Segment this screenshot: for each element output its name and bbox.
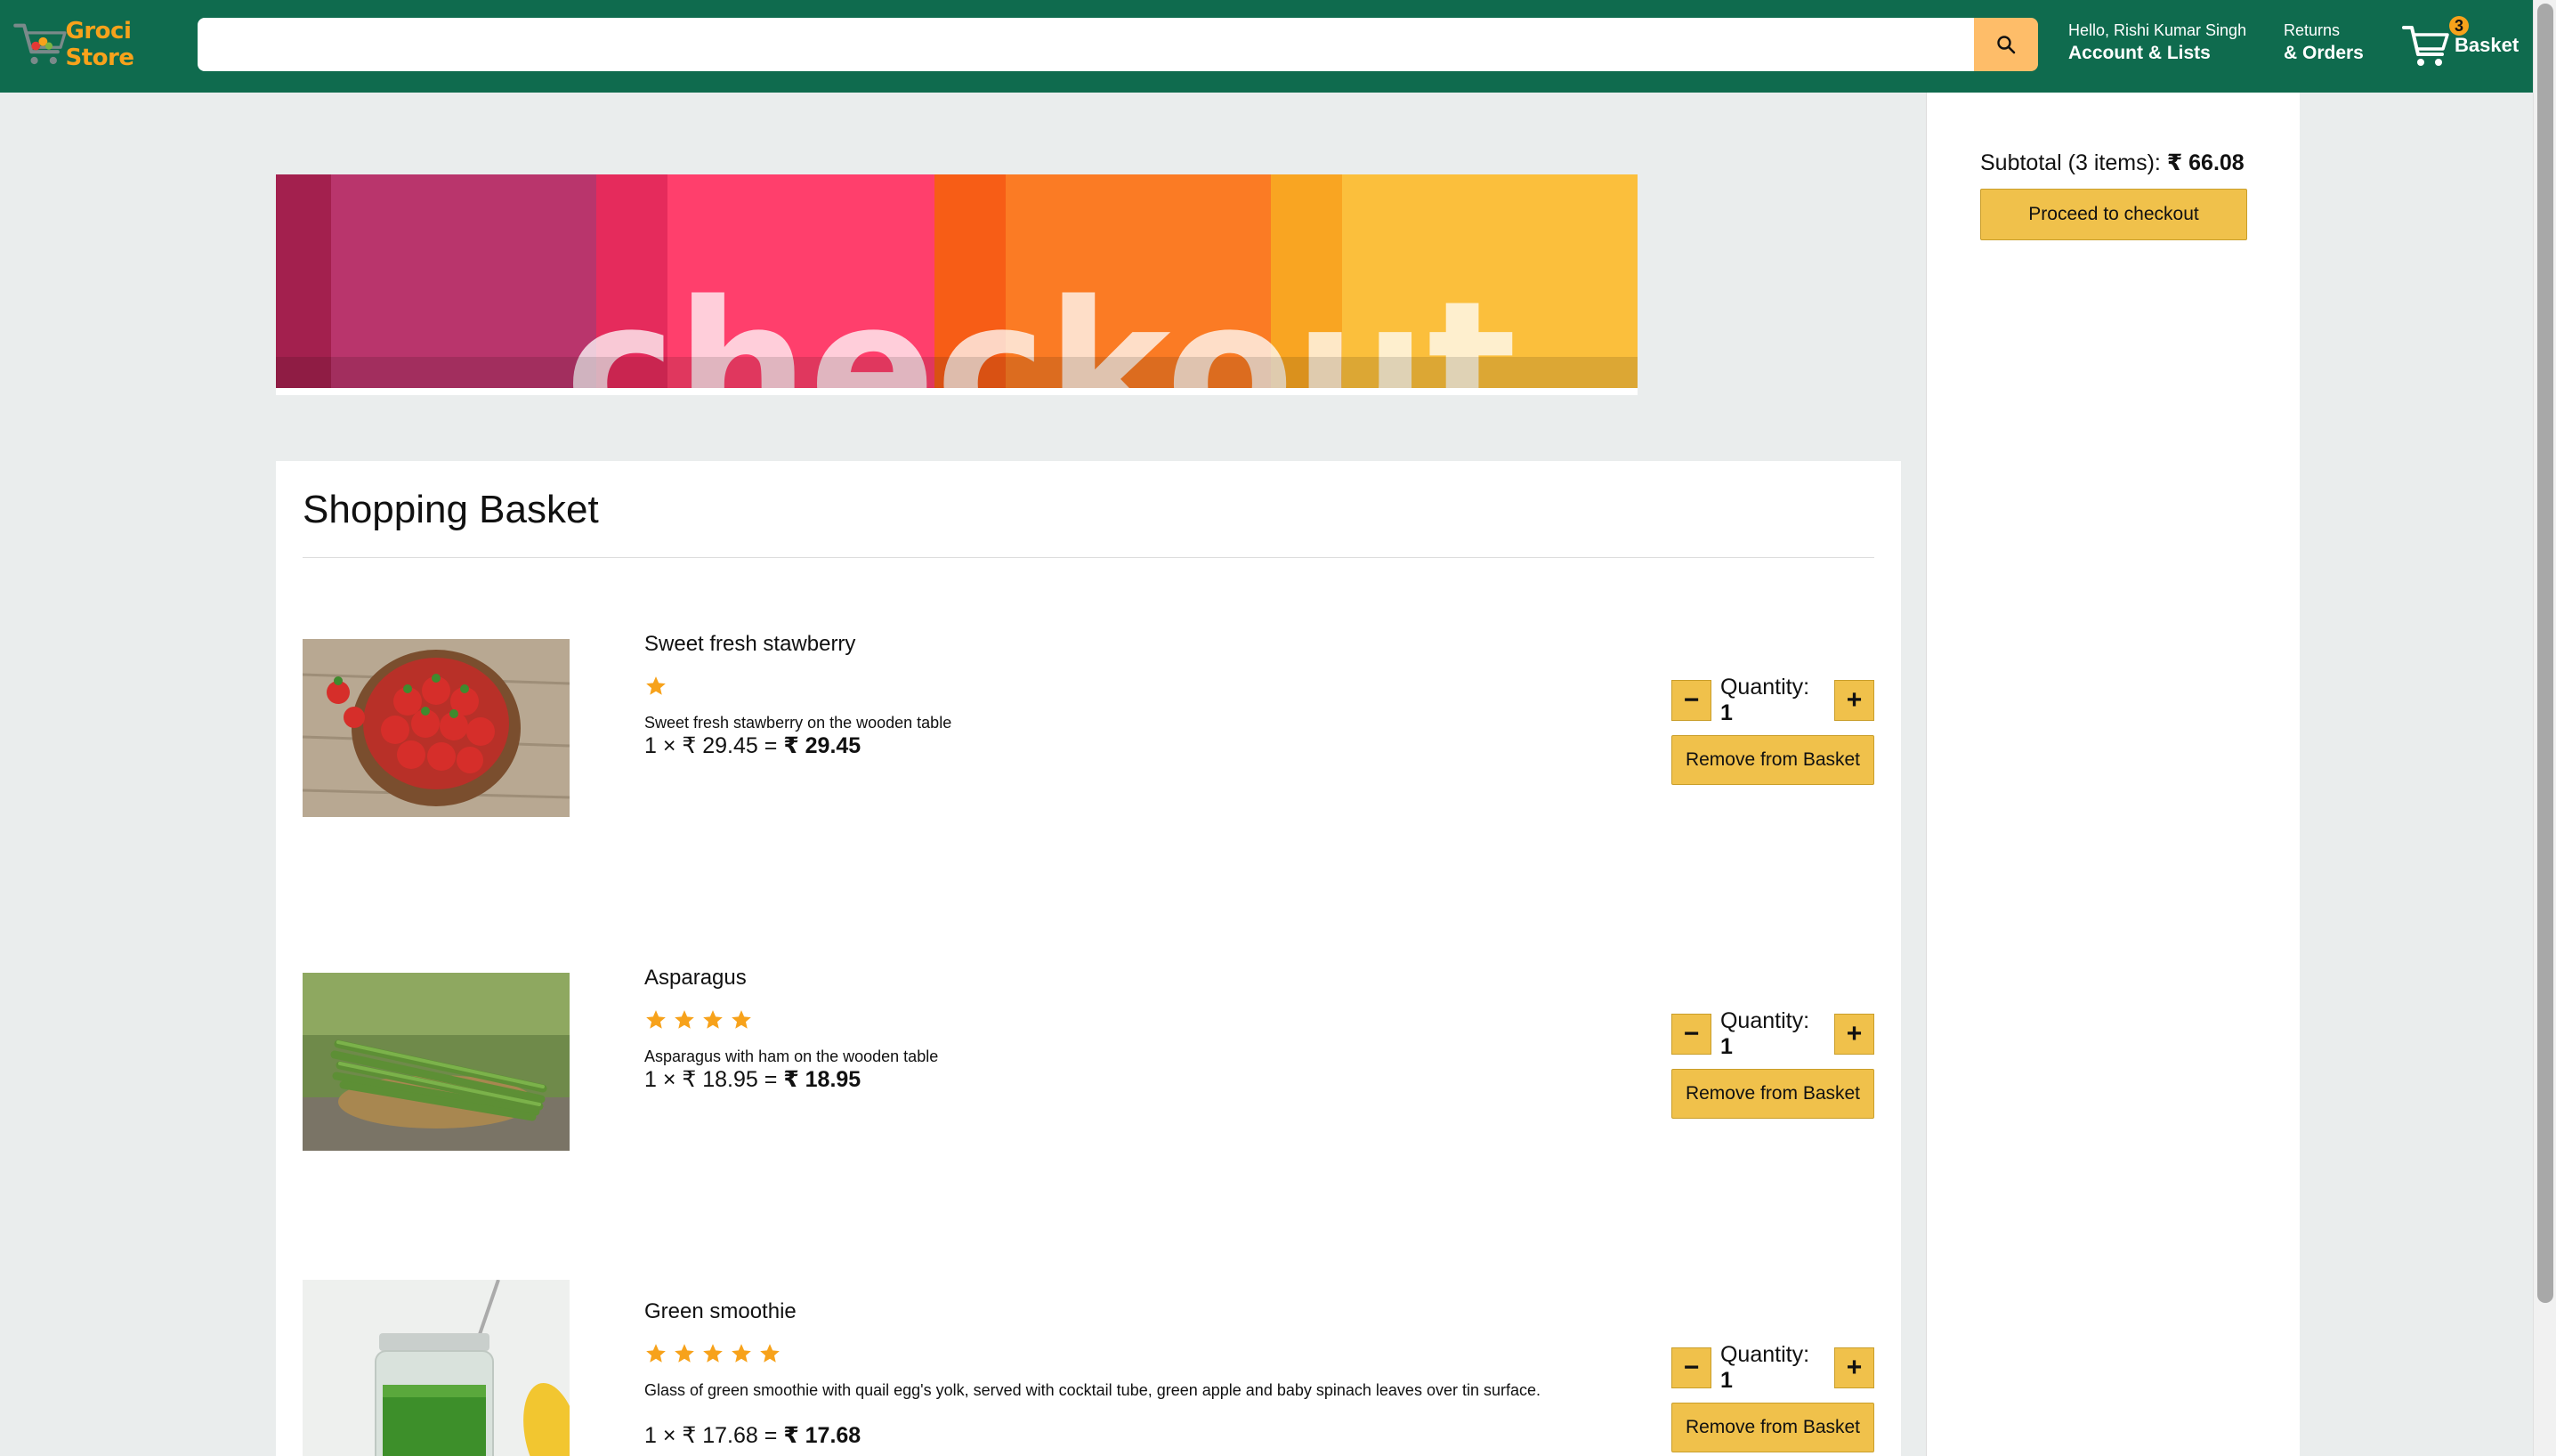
product-description: Asparagus with ham on the wooden table bbox=[644, 1048, 939, 1065]
basket-item: Asparagus Asparagus with ham on the wood… bbox=[303, 946, 1874, 1151]
product-rating bbox=[644, 1342, 781, 1365]
basket-item: Green smoothie Glass of green smoothie w… bbox=[303, 1280, 1874, 1456]
subtotal-panel: Subtotal (3 items): ₹ 66.08 Proceed to c… bbox=[1926, 93, 2300, 1456]
subtotal-amount: ₹ 66.08 bbox=[2166, 150, 2245, 175]
cart-logo-icon bbox=[13, 23, 67, 65]
quantity-stepper: − Quantity: 1 + bbox=[1671, 1008, 1874, 1059]
remove-from-basket-button[interactable]: Remove from Basket bbox=[1671, 1403, 1874, 1452]
quantity-value: 1 bbox=[1719, 700, 1733, 725]
product-price: 1 × ₹ 29.45 = ₹ 29.45 bbox=[644, 732, 861, 759]
star-icon bbox=[646, 1010, 666, 1029]
quantity-value: 1 bbox=[1719, 1034, 1733, 1059]
product-rating bbox=[644, 675, 667, 698]
quantity-label: Quantity: bbox=[1719, 1342, 1810, 1367]
star-icon bbox=[703, 1344, 723, 1363]
remove-from-basket-button[interactable]: Remove from Basket bbox=[1671, 735, 1874, 785]
returns-orders-link[interactable]: Returns & Orders bbox=[2284, 20, 2364, 66]
price-expression: 1 × ₹ 29.45 = bbox=[644, 733, 784, 758]
star-icon bbox=[760, 1344, 780, 1363]
product-description: Sweet fresh stawberry on the wooden tabl… bbox=[644, 714, 952, 732]
returns-label: Returns bbox=[2284, 21, 2341, 39]
decrease-quantity-button[interactable]: − bbox=[1671, 1347, 1711, 1388]
star-icon bbox=[675, 1344, 694, 1363]
basket-label: Basket bbox=[2455, 34, 2520, 56]
top-header: Groci Store Hello, Rishi Kumar Singh Acc… bbox=[0, 0, 2556, 93]
star-icon bbox=[732, 1344, 751, 1363]
right-gutter bbox=[2300, 93, 2533, 1456]
plus-icon: + bbox=[1846, 1353, 1863, 1382]
price-total: ₹ 17.68 bbox=[783, 1423, 861, 1448]
plus-icon: + bbox=[1846, 685, 1863, 715]
decrease-quantity-button[interactable]: − bbox=[1671, 680, 1711, 721]
product-title[interactable]: Green smoothie bbox=[644, 1299, 797, 1324]
basket-count-badge: 3 bbox=[2449, 16, 2469, 36]
plus-icon: + bbox=[1846, 1019, 1863, 1048]
scrollbar-thumb[interactable] bbox=[2537, 4, 2553, 1303]
quantity-stepper: − Quantity: 1 + bbox=[1671, 1342, 1874, 1393]
subtotal-text: Subtotal (3 items): ₹ 66.08 bbox=[1980, 150, 2245, 176]
price-expression: 1 × ₹ 18.95 = bbox=[644, 1067, 784, 1092]
search-input[interactable] bbox=[198, 18, 1974, 71]
decrease-quantity-button[interactable]: − bbox=[1671, 1014, 1711, 1055]
product-title[interactable]: Asparagus bbox=[644, 966, 747, 991]
product-description: Glass of green smoothie with quail egg's… bbox=[644, 1381, 1541, 1399]
account-greeting: Hello, Rishi Kumar Singh bbox=[2068, 21, 2247, 39]
star-icon bbox=[703, 1010, 723, 1029]
basket-item: Sweet fresh stawberry Sweet fresh stawbe… bbox=[303, 612, 1874, 817]
minus-icon: − bbox=[1683, 1353, 1700, 1382]
subtotal-label: Subtotal (3 items): bbox=[1980, 150, 2167, 175]
product-rating bbox=[644, 1008, 753, 1031]
quantity-display: Quantity: 1 bbox=[1720, 1342, 1825, 1394]
increase-quantity-button[interactable]: + bbox=[1834, 1347, 1874, 1388]
star-icon bbox=[646, 676, 666, 695]
logo-text: Groci Store bbox=[65, 18, 134, 71]
account-lists-label: Account & Lists bbox=[2068, 43, 2211, 63]
product-price: 1 × ₹ 18.95 = ₹ 18.95 bbox=[644, 1066, 861, 1093]
page-scrollbar[interactable] bbox=[2533, 0, 2556, 1456]
star-icon bbox=[675, 1010, 694, 1029]
product-image[interactable] bbox=[303, 1280, 570, 1456]
basket-title: Shopping Basket bbox=[303, 488, 599, 531]
price-expression: 1 × ₹ 17.68 = bbox=[644, 1423, 784, 1448]
search-bar bbox=[198, 18, 2038, 71]
orders-label: & Orders bbox=[2284, 43, 2364, 63]
proceed-to-checkout-button[interactable]: Proceed to checkout bbox=[1980, 189, 2247, 240]
banner-underline bbox=[276, 388, 1638, 395]
checkout-banner: checkout bbox=[276, 174, 1638, 390]
quantity-value: 1 bbox=[1719, 1368, 1733, 1393]
basket-link[interactable]: 3 Basket bbox=[2401, 16, 2526, 75]
store-logo[interactable]: Groci Store bbox=[12, 12, 182, 77]
remove-from-basket-button[interactable]: Remove from Basket bbox=[1671, 1069, 1874, 1119]
minus-icon: − bbox=[1683, 685, 1700, 715]
star-icon bbox=[646, 1344, 666, 1363]
product-price: 1 × ₹ 17.68 = ₹ 17.68 bbox=[644, 1422, 861, 1449]
account-lists-link[interactable]: Hello, Rishi Kumar Singh Account & Lists bbox=[2068, 20, 2246, 66]
minus-icon: − bbox=[1683, 1019, 1700, 1048]
product-image[interactable] bbox=[303, 973, 570, 1151]
quantity-display: Quantity: 1 bbox=[1720, 675, 1825, 726]
price-total: ₹ 29.45 bbox=[783, 733, 861, 758]
shopping-basket-panel: Shopping Basket Sweet fresh stawberry Sw… bbox=[276, 461, 1901, 1456]
quantity-label: Quantity: bbox=[1719, 1008, 1810, 1033]
shopping-cart-icon bbox=[2402, 26, 2449, 66]
increase-quantity-button[interactable]: + bbox=[1834, 1014, 1874, 1055]
star-icon bbox=[732, 1010, 751, 1029]
price-total: ₹ 18.95 bbox=[783, 1067, 861, 1092]
search-button[interactable] bbox=[1974, 18, 2038, 71]
basket-divider bbox=[303, 557, 1874, 558]
increase-quantity-button[interactable]: + bbox=[1834, 680, 1874, 721]
quantity-stepper: − Quantity: 1 + bbox=[1671, 675, 1874, 725]
checkout-banner-image: checkout bbox=[276, 174, 1638, 390]
quantity-display: Quantity: 1 bbox=[1720, 1008, 1825, 1060]
product-title[interactable]: Sweet fresh stawberry bbox=[644, 632, 855, 657]
search-icon bbox=[1997, 36, 2016, 54]
product-image[interactable] bbox=[303, 639, 570, 817]
quantity-label: Quantity: bbox=[1719, 675, 1810, 700]
